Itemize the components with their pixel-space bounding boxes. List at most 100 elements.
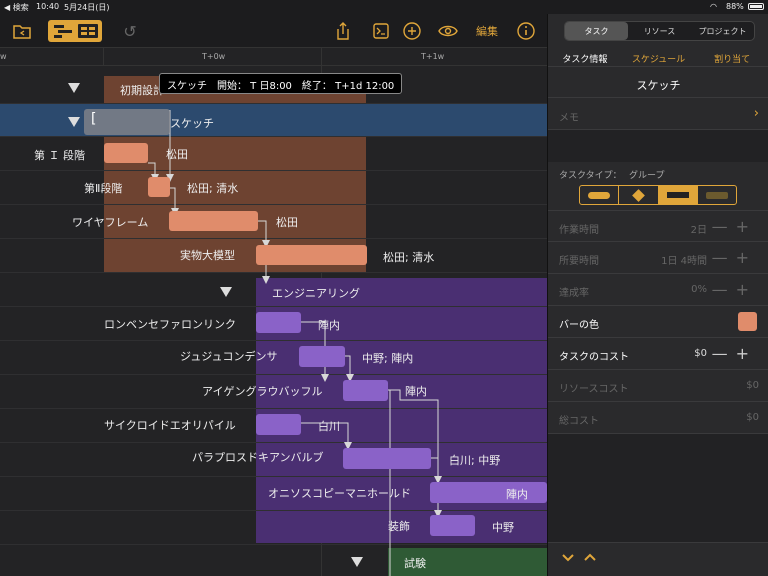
task-wireframe[interactable]: ワイヤフレーム (72, 214, 148, 230)
gantt-chart[interactable]: w T+0w T+1w 初期設計 [スケッチ 第 Ｉ 段階 松田 第Ⅱ段階 松… (0, 48, 547, 576)
milestone-diamond-icon (632, 188, 645, 202)
add-button[interactable] (402, 20, 422, 42)
bar-t3[interactable] (343, 380, 388, 401)
chevron-right-icon: › (753, 106, 759, 121)
bar-mockup[interactable] (256, 245, 367, 265)
bar-t6[interactable] (430, 482, 547, 503)
memo-placeholder: メモ (559, 113, 579, 124)
tab-assignments[interactable]: 割り当て (695, 50, 768, 66)
group-bar-icon (666, 192, 689, 198)
view-options-button[interactable] (438, 20, 458, 42)
task-t7[interactable]: 装飾 (388, 518, 410, 534)
task-mockup[interactable]: 実物大模型 (180, 247, 235, 263)
bar-color-label: バーの色 (559, 320, 599, 331)
back-to-search[interactable]: ◀ 検索 (4, 2, 29, 13)
task-type-value: グループ (629, 171, 665, 181)
bar-tooltip: スケッチ 開始： T 日8:00 終了： T+1d 12:00 (159, 73, 403, 94)
resource-phase1: 松田 (166, 148, 188, 161)
collapse-testing-icon[interactable] (351, 557, 363, 567)
cost-stepper[interactable]: —+ (712, 344, 757, 363)
eye-icon (438, 25, 458, 37)
type-milestone-option[interactable] (619, 186, 659, 204)
resource-t4: 白川 (318, 420, 340, 433)
duration-value[interactable]: 1日 4時間 (661, 252, 707, 267)
inspector-button[interactable] (516, 20, 536, 42)
bar-t5[interactable] (343, 448, 431, 469)
task-engineering[interactable]: エンジニアリング (272, 285, 360, 301)
complete-stepper[interactable]: —+ (712, 280, 757, 299)
bar-resize-handle-icon[interactable]: [ (91, 111, 96, 127)
edit-button[interactable]: 編集 (474, 20, 500, 42)
collapse-sketch-icon[interactable] (68, 117, 80, 127)
task-t4[interactable]: サイクロイドエオリパイル (104, 417, 236, 433)
collapse-engineering-icon[interactable] (220, 287, 232, 297)
bar-t1[interactable] (256, 312, 301, 333)
bar-color-swatch[interactable] (738, 312, 757, 331)
task-sketch[interactable]: スケッチ (170, 115, 214, 131)
bar-wireframe[interactable] (169, 211, 258, 231)
collapse-initial-design-icon[interactable] (68, 83, 80, 93)
view-mode-toggle[interactable] (48, 20, 102, 42)
chevron-down-icon[interactable] (562, 554, 574, 562)
duration-stepper[interactable]: —+ (712, 248, 757, 267)
seg-resource[interactable]: リソース (628, 22, 691, 40)
section-gap (548, 130, 768, 162)
status-date: 5月24日(日) (64, 3, 110, 12)
cost-label: タスクのコスト (559, 352, 629, 363)
task-phase1[interactable]: 第 Ｉ 段階 (34, 147, 85, 163)
task-initial-design[interactable]: 初期設計 (120, 82, 164, 98)
hammock-bar-icon (705, 191, 728, 199)
task-name-field[interactable]: スケッチ (548, 70, 768, 98)
bar-t2[interactable] (299, 346, 345, 367)
duration-row: 所要時間 1日 4時間 —+ (548, 242, 768, 274)
memo-row[interactable]: メモ › (548, 100, 768, 130)
work-value[interactable]: 2日 (691, 221, 707, 236)
inspector-footer (548, 542, 768, 576)
type-hammock-option[interactable] (698, 186, 736, 204)
bar-phase1[interactable] (104, 143, 148, 163)
task-t2[interactable]: ジュジュコンデンサ (180, 348, 277, 364)
total-cost-label: 総コスト (559, 416, 599, 427)
undo-icon: ↺ (123, 21, 137, 41)
work-stepper[interactable]: —+ (712, 217, 757, 236)
status-time: 10:40 (36, 2, 60, 11)
resource-wireframe: 松田 (276, 216, 298, 229)
inspector-panel: タスク リソース プロジェクト タスク情報 スケジュール 割り当て スケッチ メ… (547, 14, 768, 576)
cost-row: タスクのコスト $0 —+ (548, 338, 768, 370)
task-t1[interactable]: ロンベンセファロンリンク (104, 316, 236, 332)
cost-value[interactable]: $0 (694, 348, 707, 359)
seg-task[interactable]: タスク (565, 22, 628, 40)
complete-row: 達成率 0% —+ (548, 274, 768, 306)
total-cost-value: $0 (746, 412, 759, 423)
task-type-selector (579, 185, 737, 205)
terminal-icon (373, 23, 389, 39)
complete-value[interactable]: 0% (691, 284, 707, 295)
resource-cost-value: $0 (746, 380, 759, 391)
task-t3[interactable]: アイゲングラウバッフル (202, 383, 322, 399)
script-button[interactable] (372, 20, 390, 42)
toolbar: ↺ 編集 (0, 14, 547, 48)
chevron-up-icon[interactable] (584, 553, 596, 561)
bar-t4[interactable] (256, 414, 301, 435)
share-button[interactable] (334, 20, 352, 42)
plus-circle-icon (403, 22, 421, 40)
resource-t2: 中野; 陣内 (362, 352, 414, 365)
resource-cost-row: リソースコスト $0 (548, 370, 768, 402)
tab-schedule[interactable]: スケジュール (622, 50, 696, 66)
type-task-option[interactable] (580, 186, 620, 204)
bar-phase2[interactable] (148, 177, 170, 197)
undo-button[interactable]: ↺ (120, 20, 140, 42)
task-t5[interactable]: パラプロスドキアンバルブ (192, 449, 324, 465)
bar-t7[interactable] (430, 515, 475, 536)
seg-project[interactable]: プロジェクト (691, 22, 754, 40)
task-phase2[interactable]: 第Ⅱ段階 (84, 180, 122, 196)
task-testing[interactable]: 試験 (404, 555, 426, 571)
documents-button[interactable] (12, 20, 32, 42)
type-group-option[interactable] (658, 186, 698, 204)
bar-sketch[interactable] (84, 109, 170, 135)
status-bar: ◀ 検索 10:40 5月24日(日) ◠ 88% (0, 0, 768, 14)
task-t6[interactable]: オニソスコピーマニホールド (268, 485, 411, 501)
inspector-segmented-control: タスク リソース プロジェクト (564, 21, 755, 41)
tab-task-info[interactable]: タスク情報 (548, 50, 622, 66)
battery-icon (748, 3, 764, 10)
